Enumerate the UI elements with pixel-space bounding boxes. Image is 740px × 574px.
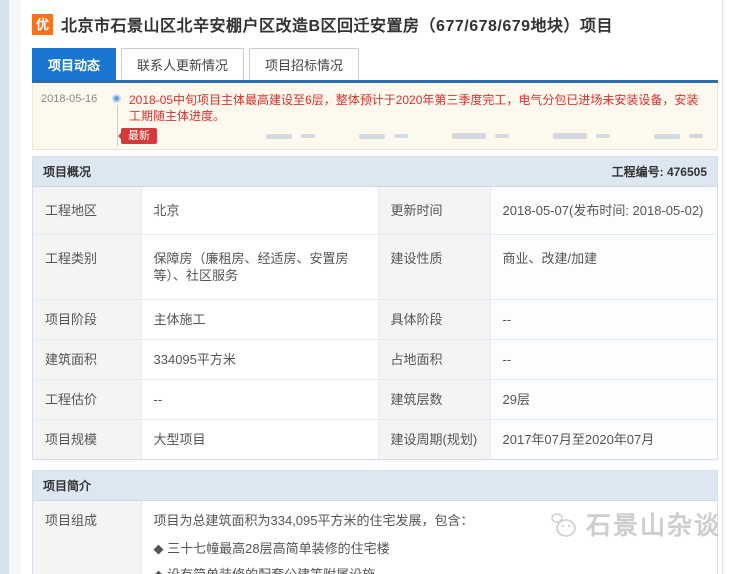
project-intro-panel: 项目简介 项目组成 项目为总建筑面积为334,095平方米的住宅发展，包含： ◆… (32, 470, 718, 574)
timeline-dot-icon (112, 94, 121, 103)
row-label: 建筑面积 (33, 340, 141, 380)
row-label: 工程地区 (33, 187, 141, 235)
project-number: 工程编号: 476505 (612, 163, 707, 180)
row-label: 项目规模 (33, 420, 141, 460)
page-title: 北京市石景山区北辛安棚户区改造B区回迁安置房（677/678/679地块）项目 (61, 12, 613, 36)
faded-item (553, 133, 587, 139)
row-value: 334095平方米 (141, 340, 378, 380)
row-label: 建设性质 (378, 235, 490, 300)
row-label: 建筑层数 (378, 380, 490, 420)
tab-bar: 项目动态 联系人更新情况 项目招标情况 (32, 48, 718, 83)
row-label: 项目组成 (33, 501, 141, 574)
page-left-gutter-inner (9, 0, 21, 574)
faded-item (301, 134, 315, 138)
faded-item (394, 134, 408, 138)
project-intro-header: 项目简介 (33, 471, 717, 501)
tab-contact-updates[interactable]: 联系人更新情况 (121, 48, 244, 80)
row-label: 项目阶段 (33, 300, 141, 340)
table-row: 项目规模 大型项目 建设周期(规划) 2017年07月至2020年07月 (33, 420, 717, 460)
latest-update-panel: 2018-05-16 2018-05中旬项目主体最高建设至6层，整体预计于202… (32, 83, 718, 150)
quality-badge: 优 (32, 14, 53, 35)
composition-line: ◆ 三十七幢最高28层高简单装修的住宅楼 (154, 540, 706, 557)
faded-item (596, 134, 610, 138)
timeline (107, 92, 129, 124)
row-value: 大型项目 (141, 420, 378, 460)
table-row: 工程估价 -- 建筑层数 29层 (33, 380, 717, 420)
faded-item (359, 134, 385, 139)
tab-project-updates[interactable]: 项目动态 (32, 48, 116, 80)
row-value: -- (141, 380, 378, 420)
update-text[interactable]: 2018-05中旬项目主体最高建设至6层，整体预计于2020年第三季度完工，电气… (129, 92, 707, 124)
update-date: 2018-05-16 (41, 92, 107, 105)
table-row: 项目阶段 主体施工 具体阶段 -- (33, 300, 717, 340)
content-right-border (722, 0, 723, 574)
row-label: 占地面积 (378, 340, 490, 380)
row-label: 具体阶段 (378, 300, 490, 340)
project-overview-header: 项目概况 工程编号: 476505 (33, 157, 717, 187)
overview-title: 项目概况 (43, 163, 91, 180)
tab-bidding-info[interactable]: 项目招标情况 (249, 48, 359, 80)
row-value: 主体施工 (141, 300, 378, 340)
new-badge: 最新 (121, 128, 157, 144)
row-value: 2017年07月至2020年07月 (490, 420, 717, 460)
row-value: 北京 (141, 187, 378, 235)
row-value: -- (490, 340, 717, 380)
row-label: 工程估价 (33, 380, 141, 420)
title-row: 优 北京市石景山区北辛安棚户区改造B区回迁安置房（677/678/679地块）项… (32, 0, 718, 36)
table-row: 工程类别 保障房（廉租房、经适房、安置房等）、社区服务 建设性质 商业、改建/加… (33, 235, 717, 300)
page-left-gutter (0, 0, 9, 574)
composition-line: 项目为总建筑面积为334,095平方米的住宅发展，包含： (154, 512, 706, 529)
composition-cell: 项目为总建筑面积为334,095平方米的住宅发展，包含： ◆ 三十七幢最高28层… (141, 501, 717, 574)
intro-title: 项目简介 (43, 477, 91, 494)
row-label: 建设周期(规划) (378, 420, 490, 460)
row-value: 商业、改建/加建 (490, 235, 717, 300)
faded-item (689, 134, 703, 138)
table-row: 工程地区 北京 更新时间 2018-05-07(发布时间: 2018-05-02… (33, 187, 717, 235)
table-row: 项目组成 项目为总建筑面积为334,095平方米的住宅发展，包含： ◆ 三十七幢… (33, 501, 717, 574)
main-content: 优 北京市石景山区北辛安棚户区改造B区回迁安置房（677/678/679地块）项… (32, 0, 718, 574)
overview-table: 工程地区 北京 更新时间 2018-05-07(发布时间: 2018-05-02… (33, 187, 717, 459)
composition-line: ◆ 设有简单装修的配套公建等附属设施 (154, 566, 706, 574)
table-row: 建筑面积 334095平方米 占地面积 -- (33, 340, 717, 380)
row-label: 工程类别 (33, 235, 141, 300)
project-overview-panel: 项目概况 工程编号: 476505 工程地区 北京 更新时间 2018-05-0… (32, 156, 718, 460)
faded-item (495, 134, 509, 138)
timeline-line (117, 105, 118, 146)
row-label: 更新时间 (378, 187, 490, 235)
row-value: 2018-05-07(发布时间: 2018-05-02) (490, 187, 717, 235)
row-value: 保障房（廉租房、经适房、安置房等）、社区服务 (141, 235, 378, 300)
row-value: -- (490, 300, 717, 340)
faded-toolbar (157, 133, 707, 139)
faded-item (266, 134, 292, 139)
faded-item (452, 133, 486, 139)
row-value: 29层 (490, 380, 717, 420)
intro-table: 项目组成 项目为总建筑面积为334,095平方米的住宅发展，包含： ◆ 三十七幢… (33, 501, 717, 574)
faded-item (654, 134, 680, 139)
